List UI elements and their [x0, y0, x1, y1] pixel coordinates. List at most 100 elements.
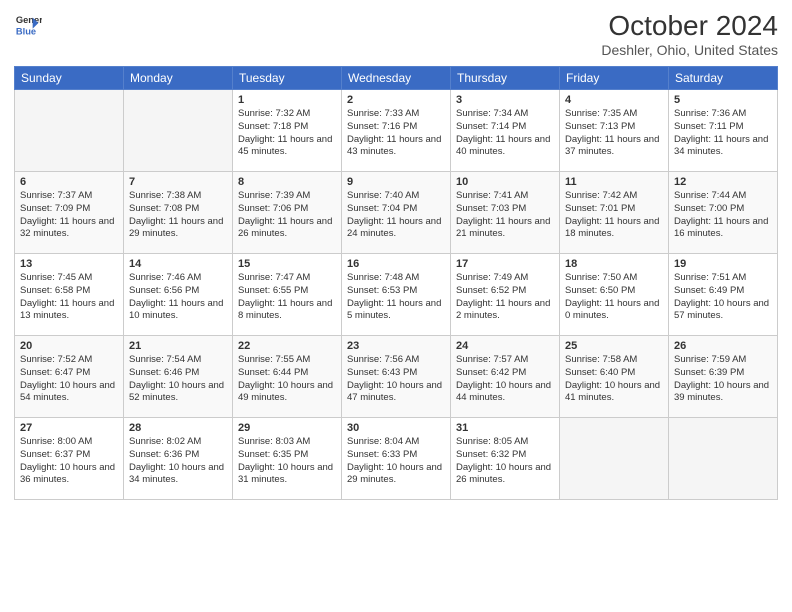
day-header-sunday: Sunday: [15, 67, 124, 90]
day-number: 2: [347, 94, 445, 106]
table-row: 31 Sunrise: 8:05 AM Sunset: 6:32 PM Dayli…: [451, 418, 560, 500]
day-info: Sunrise: 7:49 AM Sunset: 6:52 PM Dayligh…: [456, 272, 554, 323]
day-info: Sunrise: 7:56 AM Sunset: 6:43 PM Dayligh…: [347, 354, 445, 405]
day-number: 5: [674, 94, 772, 106]
day-info: Sunrise: 7:59 AM Sunset: 6:39 PM Dayligh…: [674, 354, 772, 405]
day-header-wednesday: Wednesday: [342, 67, 451, 90]
day-info: Sunrise: 8:03 AM Sunset: 6:35 PM Dayligh…: [238, 436, 336, 487]
day-number: 24: [456, 340, 554, 352]
day-number: 28: [129, 422, 227, 434]
calendar-table: Sunday Monday Tuesday Wednesday Thursday…: [14, 66, 778, 500]
table-row: 17 Sunrise: 7:49 AM Sunset: 6:52 PM Dayli…: [451, 254, 560, 336]
table-row: 21 Sunrise: 7:54 AM Sunset: 6:46 PM Dayli…: [124, 336, 233, 418]
day-number: 31: [456, 422, 554, 434]
table-row: 8Sunrise: 7:39 AM Sunset: 7:06 PM Daylig…: [233, 172, 342, 254]
table-row: 14 Sunrise: 7:46 AM Sunset: 6:56 PM Dayli…: [124, 254, 233, 336]
day-info: Sunrise: 7:46 AM Sunset: 6:56 PM Dayligh…: [129, 272, 227, 323]
table-row: [560, 418, 669, 500]
day-header-tuesday: Tuesday: [233, 67, 342, 90]
day-number: 13: [20, 258, 118, 270]
day-number: 20: [20, 340, 118, 352]
day-info: Sunrise: 7:54 AM Sunset: 6:46 PM Dayligh…: [129, 354, 227, 405]
calendar-header-row: Sunday Monday Tuesday Wednesday Thursday…: [15, 67, 778, 90]
day-number: 12: [674, 176, 772, 188]
day-number: 6: [20, 176, 118, 188]
title-block: October 2024 Deshler, Ohio, United State…: [601, 10, 778, 58]
day-number: 22: [238, 340, 336, 352]
table-row: 15 Sunrise: 7:47 AM Sunset: 6:55 PM Dayli…: [233, 254, 342, 336]
table-row: 2 Sunrise: 7:33 AM Sunset: 7:16 PM Daylig…: [342, 90, 451, 172]
table-row: 30 Sunrise: 8:04 AM Sunset: 6:33 PM Dayli…: [342, 418, 451, 500]
day-info: Sunrise: 7:35 AM Sunset: 7:13 PM Dayligh…: [565, 108, 663, 159]
table-row: 27 Sunrise: 8:00 AM Sunset: 6:37 PM Dayli…: [15, 418, 124, 500]
day-info: Sunrise: 7:48 AM Sunset: 6:53 PM Dayligh…: [347, 272, 445, 323]
page-header: General Blue October 2024 Deshler, Ohio,…: [14, 10, 778, 58]
day-number: 9: [347, 176, 445, 188]
day-header-saturday: Saturday: [669, 67, 778, 90]
day-number: 25: [565, 340, 663, 352]
table-row: 16 Sunrise: 7:48 AM Sunset: 6:53 PM Dayli…: [342, 254, 451, 336]
table-row: 25 Sunrise: 7:58 AM Sunset: 6:40 PM Dayli…: [560, 336, 669, 418]
day-number: 17: [456, 258, 554, 270]
day-info: Sunrise: 7:38 AM Sunset: 7:08 PM Dayligh…: [129, 190, 227, 241]
day-info: Sunrise: 7:34 AM Sunset: 7:14 PM Dayligh…: [456, 108, 554, 159]
day-info: Sunrise: 8:04 AM Sunset: 6:33 PM Dayligh…: [347, 436, 445, 487]
table-row: 26Sunrise: 7:59 AM Sunset: 6:39 PM Dayli…: [669, 336, 778, 418]
day-number: 30: [347, 422, 445, 434]
day-number: 27: [20, 422, 118, 434]
day-info: Sunrise: 7:57 AM Sunset: 6:42 PM Dayligh…: [456, 354, 554, 405]
table-row: 12Sunrise: 7:44 AM Sunset: 7:00 PM Dayli…: [669, 172, 778, 254]
day-header-monday: Monday: [124, 67, 233, 90]
table-row: 11 Sunrise: 7:42 AM Sunset: 7:01 PM Dayli…: [560, 172, 669, 254]
day-number: 21: [129, 340, 227, 352]
day-header-thursday: Thursday: [451, 67, 560, 90]
day-info: Sunrise: 7:45 AM Sunset: 6:58 PM Dayligh…: [20, 272, 118, 323]
calendar-week-row: 1Sunrise: 7:32 AM Sunset: 7:18 PM Daylig…: [15, 90, 778, 172]
day-info: Sunrise: 7:41 AM Sunset: 7:03 PM Dayligh…: [456, 190, 554, 241]
table-row: 18 Sunrise: 7:50 AM Sunset: 6:50 PM Dayli…: [560, 254, 669, 336]
day-number: 23: [347, 340, 445, 352]
day-info: Sunrise: 8:00 AM Sunset: 6:37 PM Dayligh…: [20, 436, 118, 487]
table-row: 20Sunrise: 7:52 AM Sunset: 6:47 PM Dayli…: [15, 336, 124, 418]
day-number: 10: [456, 176, 554, 188]
day-info: Sunrise: 8:02 AM Sunset: 6:36 PM Dayligh…: [129, 436, 227, 487]
day-number: 14: [129, 258, 227, 270]
table-row: 29 Sunrise: 8:03 AM Sunset: 6:35 PM Dayli…: [233, 418, 342, 500]
day-info: Sunrise: 7:42 AM Sunset: 7:01 PM Dayligh…: [565, 190, 663, 241]
logo: General Blue: [14, 10, 42, 38]
table-row: 9 Sunrise: 7:40 AM Sunset: 7:04 PM Daylig…: [342, 172, 451, 254]
table-row: 23 Sunrise: 7:56 AM Sunset: 6:43 PM Dayli…: [342, 336, 451, 418]
day-info: Sunrise: 7:33 AM Sunset: 7:16 PM Dayligh…: [347, 108, 445, 159]
table-row: 3 Sunrise: 7:34 AM Sunset: 7:14 PM Daylig…: [451, 90, 560, 172]
table-row: [15, 90, 124, 172]
day-info: Sunrise: 7:47 AM Sunset: 6:55 PM Dayligh…: [238, 272, 336, 323]
day-info: Sunrise: 7:58 AM Sunset: 6:40 PM Dayligh…: [565, 354, 663, 405]
table-row: 1Sunrise: 7:32 AM Sunset: 7:18 PM Daylig…: [233, 90, 342, 172]
calendar-week-row: 20Sunrise: 7:52 AM Sunset: 6:47 PM Dayli…: [15, 336, 778, 418]
day-number: 7: [129, 176, 227, 188]
day-number: 16: [347, 258, 445, 270]
table-row: 4 Sunrise: 7:35 AM Sunset: 7:13 PM Daylig…: [560, 90, 669, 172]
day-info: Sunrise: 7:50 AM Sunset: 6:50 PM Dayligh…: [565, 272, 663, 323]
day-info: Sunrise: 8:05 AM Sunset: 6:32 PM Dayligh…: [456, 436, 554, 487]
day-number: 1: [238, 94, 336, 106]
day-info: Sunrise: 7:40 AM Sunset: 7:04 PM Dayligh…: [347, 190, 445, 241]
day-info: Sunrise: 7:37 AM Sunset: 7:09 PM Dayligh…: [20, 190, 118, 241]
day-number: 15: [238, 258, 336, 270]
table-row: [124, 90, 233, 172]
day-number: 29: [238, 422, 336, 434]
svg-text:General: General: [16, 15, 42, 25]
table-row: 28 Sunrise: 8:02 AM Sunset: 6:36 PM Dayli…: [124, 418, 233, 500]
table-row: 13 Sunrise: 7:45 AM Sunset: 6:58 PM Dayli…: [15, 254, 124, 336]
table-row: [669, 418, 778, 500]
calendar-week-row: 6 Sunrise: 7:37 AM Sunset: 7:09 PM Daylig…: [15, 172, 778, 254]
table-row: 22Sunrise: 7:55 AM Sunset: 6:44 PM Dayli…: [233, 336, 342, 418]
location-subtitle: Deshler, Ohio, United States: [601, 42, 778, 58]
table-row: 6 Sunrise: 7:37 AM Sunset: 7:09 PM Daylig…: [15, 172, 124, 254]
day-number: 18: [565, 258, 663, 270]
day-number: 3: [456, 94, 554, 106]
day-number: 4: [565, 94, 663, 106]
day-number: 11: [565, 176, 663, 188]
day-number: 8: [238, 176, 336, 188]
calendar-week-row: 13 Sunrise: 7:45 AM Sunset: 6:58 PM Dayli…: [15, 254, 778, 336]
